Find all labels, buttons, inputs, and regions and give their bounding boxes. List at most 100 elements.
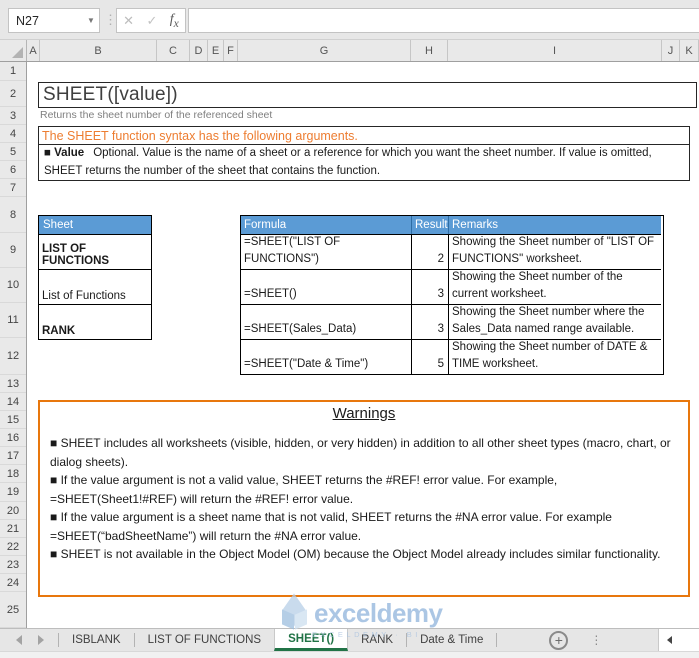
name-box[interactable]: N27 ▼ bbox=[8, 8, 100, 33]
column-header-e[interactable]: E bbox=[208, 40, 224, 61]
sheet-tab-list-of-functions[interactable]: LIST OF FUNCTIONS bbox=[135, 629, 275, 651]
row-header-2[interactable]: 2 bbox=[0, 81, 26, 107]
row-header-19[interactable]: 19 bbox=[0, 483, 26, 502]
sheet-tab-isblank[interactable]: ISBLANK bbox=[59, 629, 134, 651]
result-cell[interactable]: 5 bbox=[411, 339, 448, 374]
tab-navigation bbox=[0, 629, 58, 651]
warning-item: ■ If the value argument is not a valid v… bbox=[50, 473, 558, 506]
column-header-f[interactable]: F bbox=[224, 40, 238, 61]
table-row[interactable]: RANK bbox=[39, 304, 151, 339]
row-header-22[interactable]: 22 bbox=[0, 538, 26, 556]
horizontal-scrollbar[interactable] bbox=[658, 629, 699, 651]
row-header-21[interactable]: 21 bbox=[0, 520, 26, 538]
function-subtitle[interactable]: Returns the sheet number of the referenc… bbox=[40, 109, 272, 121]
function-title: SHEET([value]) bbox=[43, 84, 178, 105]
row-header-8[interactable]: 8 bbox=[0, 197, 26, 233]
enter-icon[interactable]: ✓ bbox=[146, 13, 157, 29]
remarks-cell[interactable]: Showing the Sheet number of the current … bbox=[448, 269, 661, 304]
table-row[interactable]: List of Functions bbox=[39, 269, 151, 304]
prev-sheet-icon[interactable] bbox=[16, 635, 22, 645]
status-strip bbox=[0, 651, 699, 658]
row-header-4[interactable]: 4 bbox=[0, 125, 26, 143]
column-header-b[interactable]: B bbox=[40, 40, 157, 61]
row-header-10[interactable]: 10 bbox=[0, 268, 26, 303]
syntax-heading: The SHEET function syntax has the follow… bbox=[42, 128, 358, 143]
row-header-5[interactable]: 5 bbox=[0, 143, 26, 161]
formula-cell[interactable]: =SHEET("LIST OF FUNCTIONS") bbox=[241, 234, 411, 269]
column-header-g[interactable]: G bbox=[238, 40, 411, 61]
formula-cell[interactable]: =SHEET("Date & Time") bbox=[241, 339, 411, 374]
row-header-25[interactable]: 25 bbox=[0, 592, 26, 628]
name-box-value: N27 bbox=[16, 13, 39, 28]
warning-item: ■ SHEET includes all worksheets (visible… bbox=[50, 436, 671, 469]
formula-results-table: Formula Result Remarks =SHEET("LIST OF F… bbox=[240, 215, 664, 375]
row-headers: 1 2 3 4 5 6 7 8 9 10 11 12 13 14 15 16 1… bbox=[0, 62, 27, 628]
formula-buttons: ✕ ✓ fx bbox=[116, 8, 186, 33]
column-header-d[interactable]: D bbox=[190, 40, 208, 61]
warnings-box[interactable]: Warnings ■ SHEET includes all worksheets… bbox=[38, 400, 690, 597]
remarks-cell[interactable]: Showing the Sheet number of "LIST OF FUN… bbox=[448, 234, 661, 269]
row-header-3[interactable]: 3 bbox=[0, 107, 26, 125]
warning-item: ■ SHEET is not available in the Object M… bbox=[50, 547, 661, 561]
row-header-18[interactable]: 18 bbox=[0, 465, 26, 483]
row-header-16[interactable]: 16 bbox=[0, 429, 26, 447]
row-header-9[interactable]: 9 bbox=[0, 233, 26, 268]
formula-column-header[interactable]: Formula bbox=[241, 216, 411, 234]
argument-description: Optional. Value is the name of a sheet o… bbox=[44, 147, 652, 177]
sheet-list-header[interactable]: Sheet bbox=[39, 216, 151, 234]
row-header-13[interactable]: 13 bbox=[0, 375, 26, 393]
column-header-h[interactable]: H bbox=[411, 40, 448, 61]
sheet-tab-date-time[interactable]: Date & Time bbox=[407, 629, 496, 651]
row-header-17[interactable]: 17 bbox=[0, 447, 26, 465]
sheet-tab-sheet-active[interactable]: SHEET() bbox=[274, 629, 349, 651]
row-header-14[interactable]: 14 bbox=[0, 393, 26, 411]
sheet-list-table: Sheet LIST OF FUNCTIONS List of Function… bbox=[38, 215, 152, 340]
table-row[interactable]: LIST OF FUNCTIONS bbox=[39, 234, 151, 269]
result-cell[interactable]: 2 bbox=[411, 234, 448, 269]
name-box-dropdown-icon[interactable]: ▼ bbox=[83, 16, 99, 25]
row-header-11[interactable]: 11 bbox=[0, 303, 26, 338]
warnings-list: ■ SHEET includes all worksheets (visible… bbox=[50, 434, 678, 564]
row-header-24[interactable]: 24 bbox=[0, 574, 26, 592]
row-header-12[interactable]: 12 bbox=[0, 338, 26, 375]
next-sheet-icon[interactable] bbox=[38, 635, 44, 645]
tab-options-icon[interactable]: ⋮ bbox=[590, 633, 602, 647]
formula-bar-strip: N27 ▼ ⋮ ✕ ✓ fx bbox=[0, 0, 699, 40]
result-cell[interactable]: 3 bbox=[411, 269, 448, 304]
column-header-k[interactable]: K bbox=[680, 40, 699, 61]
row-header-6[interactable]: 6 bbox=[0, 161, 26, 179]
formula-cell[interactable]: =SHEET() bbox=[241, 269, 411, 304]
column-header-a[interactable]: A bbox=[27, 40, 40, 61]
result-column-header[interactable]: Result bbox=[411, 216, 448, 234]
function-title-cell[interactable]: SHEET([value]) bbox=[38, 82, 697, 108]
remarks-cell[interactable]: Showing the Sheet number of DATE & TIME … bbox=[448, 339, 661, 374]
insert-function-icon[interactable]: fx bbox=[170, 12, 179, 30]
argument-description-cell[interactable]: ■ Value Optional. Value is the name of a … bbox=[38, 144, 690, 181]
result-cell[interactable]: 3 bbox=[411, 304, 448, 339]
sheet-tab-bar: ISBLANK LIST OF FUNCTIONS SHEET() RANK D… bbox=[0, 628, 699, 651]
column-header-i[interactable]: I bbox=[448, 40, 662, 61]
column-headers: A B C D E F G H I J K bbox=[0, 40, 699, 62]
syntax-heading-cell[interactable]: The SHEET function syntax has the follow… bbox=[38, 126, 690, 145]
tab-divider bbox=[496, 633, 498, 647]
new-sheet-icon[interactable]: + bbox=[549, 630, 569, 650]
row-header-7[interactable]: 7 bbox=[0, 179, 26, 197]
formula-cell[interactable]: =SHEET(Sales_Data) bbox=[241, 304, 411, 339]
row-header-20[interactable]: 20 bbox=[0, 502, 26, 520]
select-all-icon bbox=[12, 47, 23, 58]
warning-item: ■ If the value argument is a sheet name … bbox=[50, 510, 612, 543]
row-header-23[interactable]: 23 bbox=[0, 556, 26, 574]
remarks-column-header[interactable]: Remarks bbox=[448, 216, 661, 234]
cancel-icon[interactable]: ✕ bbox=[123, 13, 134, 29]
sheet-tab-rank[interactable]: RANK bbox=[348, 629, 406, 651]
warnings-title: Warnings bbox=[332, 405, 396, 422]
select-all-corner[interactable] bbox=[0, 40, 27, 61]
formula-bar-input[interactable] bbox=[188, 8, 699, 33]
column-header-j[interactable]: J bbox=[662, 40, 680, 61]
scroll-left-icon[interactable] bbox=[667, 636, 672, 644]
remarks-cell[interactable]: Showing the Sheet number where the Sales… bbox=[448, 304, 661, 339]
row-header-1[interactable]: 1 bbox=[0, 62, 26, 81]
row-header-15[interactable]: 15 bbox=[0, 411, 26, 429]
column-header-c[interactable]: C bbox=[157, 40, 190, 61]
argument-label: ■ Value bbox=[44, 147, 85, 159]
